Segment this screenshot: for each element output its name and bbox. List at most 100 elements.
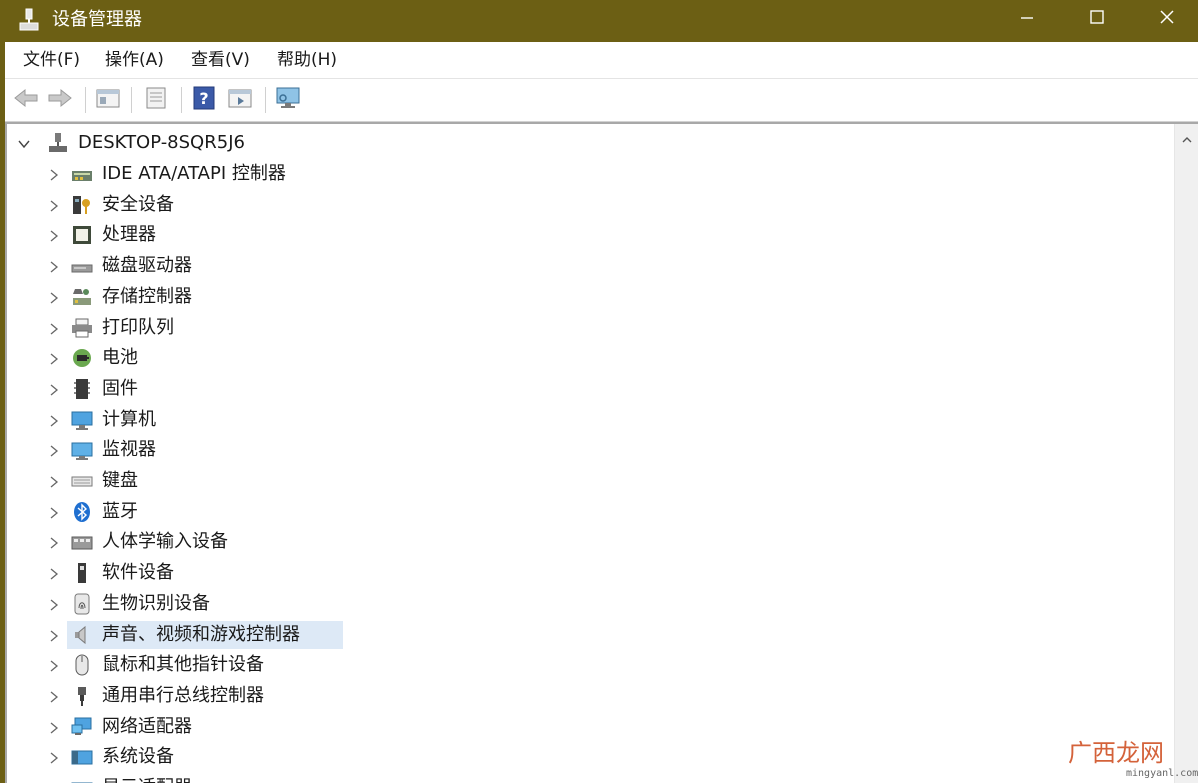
minimize-button[interactable] xyxy=(992,0,1062,38)
tree-item-label: 软件设备 xyxy=(102,562,174,584)
tree-item[interactable]: 安全设备 xyxy=(47,190,1157,220)
toolbar: ? xyxy=(5,80,1198,122)
tree-item[interactable]: 网络适配器 xyxy=(47,712,1157,742)
tree-item-label: 磁盘驱动器 xyxy=(102,255,192,277)
chevron-right-icon[interactable] xyxy=(47,228,61,242)
chevron-right-icon[interactable] xyxy=(47,750,61,764)
tree-item[interactable]: IDE ATA/ATAPI 控制器 xyxy=(47,159,1157,189)
help-icon: ? xyxy=(192,86,216,114)
run-action-icon xyxy=(228,87,252,113)
network-adapter-icon xyxy=(71,716,93,738)
svg-text:?: ? xyxy=(199,89,208,108)
computer-network-icon xyxy=(47,132,69,154)
tree-item[interactable]: 显示适配器 xyxy=(47,773,1157,783)
properties-button[interactable] xyxy=(141,85,171,115)
chevron-right-icon[interactable] xyxy=(47,382,61,396)
chevron-right-icon[interactable] xyxy=(47,689,61,703)
tree-item[interactable]: 通用串行总线控制器 xyxy=(47,681,1157,711)
tree-item-label: 安全设备 xyxy=(102,193,174,215)
scan-hardware-button[interactable] xyxy=(273,85,303,115)
tree-item[interactable]: 生物识别设备 xyxy=(47,589,1157,619)
chevron-right-icon[interactable] xyxy=(47,597,61,611)
tree-item[interactable]: 系统设备 xyxy=(47,742,1157,772)
security-device-icon xyxy=(71,194,93,216)
chevron-right-icon[interactable] xyxy=(47,535,61,549)
window-title: 设备管理器 xyxy=(52,9,142,30)
tree-item-label: 固件 xyxy=(102,377,138,399)
chevron-right-icon[interactable] xyxy=(47,443,61,457)
tree-item[interactable]: 监视器 xyxy=(47,435,1157,465)
chevron-right-icon[interactable] xyxy=(47,167,61,181)
chevron-right-icon[interactable] xyxy=(47,658,61,672)
chevron-right-icon[interactable] xyxy=(47,720,61,734)
tree-item[interactable]: 磁盘驱动器 xyxy=(47,251,1157,281)
tree-item[interactable]: 打印队列 xyxy=(47,313,1157,343)
storage-controller-icon xyxy=(71,286,93,308)
tree-item[interactable]: 固件 xyxy=(47,374,1157,404)
chevron-right-icon[interactable] xyxy=(47,474,61,488)
scroll-up-button[interactable] xyxy=(1175,128,1198,152)
processor-icon xyxy=(71,224,93,246)
tree-item-label: 系统设备 xyxy=(102,746,174,768)
tree-item-label: IDE ATA/ATAPI 控制器 xyxy=(102,163,286,184)
chevron-right-icon[interactable] xyxy=(47,505,61,519)
tree-item-label: 处理器 xyxy=(102,224,156,246)
vertical-scrollbar[interactable] xyxy=(1174,124,1198,783)
tree-item[interactable]: 鼠标和其他指针设备 xyxy=(47,650,1157,680)
close-icon xyxy=(1159,9,1175,29)
chevron-right-icon[interactable] xyxy=(47,566,61,580)
menu-action[interactable]: 操作(A) xyxy=(103,49,166,71)
menu-help[interactable]: 帮助(H) xyxy=(275,49,339,71)
device-tree: DESKTOP-8SQR5J6 IDE ATA/ATAPI 控制器 安全设备处理器… xyxy=(5,122,1198,783)
tree-item[interactable]: 处理器 xyxy=(47,220,1157,250)
maximize-button[interactable] xyxy=(1062,0,1132,38)
tree-item-label: 声音、视频和游戏控制器 xyxy=(102,623,300,645)
tree-item-label: 显示适配器 xyxy=(102,777,192,783)
tree-item[interactable]: 人体学输入设备 xyxy=(47,527,1157,557)
menu-file[interactable]: 文件(F) xyxy=(21,49,82,71)
tree-root[interactable]: DESKTOP-8SQR5J6 xyxy=(17,128,1167,158)
back-button[interactable] xyxy=(11,85,41,115)
tree-item-label: 键盘 xyxy=(102,470,138,491)
watermark-url: mingyanl.com xyxy=(1126,768,1198,779)
chevron-right-icon[interactable] xyxy=(47,413,61,427)
help-button[interactable]: ? xyxy=(189,85,219,115)
display-adapter-icon xyxy=(71,777,93,783)
close-button[interactable] xyxy=(1132,0,1198,38)
tree-item[interactable]: 声音、视频和游戏控制器 xyxy=(47,620,1157,650)
tree-item[interactable]: 存储控制器 xyxy=(47,282,1157,312)
forward-arrow-icon xyxy=(47,87,73,113)
ide-controller-icon xyxy=(71,163,93,185)
device-manager-icon xyxy=(18,8,40,32)
toolbar-separator xyxy=(265,87,266,113)
usb-icon xyxy=(71,685,93,707)
run-action-button[interactable] xyxy=(225,85,255,115)
bluetooth-icon xyxy=(71,501,93,523)
chevron-right-icon[interactable] xyxy=(47,628,61,642)
tree-item[interactable]: 电池 xyxy=(47,343,1157,373)
tree-item[interactable]: 计算机 xyxy=(47,405,1157,435)
console-tree-button[interactable] xyxy=(93,85,123,115)
toolbar-separator xyxy=(85,87,86,113)
fingerprint-icon xyxy=(71,593,93,615)
tree-item[interactable]: 蓝牙 xyxy=(47,497,1157,527)
monitor-icon xyxy=(71,439,93,461)
tree-item-label: 蓝牙 xyxy=(102,500,138,522)
chevron-right-icon[interactable] xyxy=(47,321,61,335)
tree-item-label: 网络适配器 xyxy=(102,715,192,737)
chevron-right-icon[interactable] xyxy=(47,259,61,273)
hid-icon xyxy=(71,531,93,553)
chevron-right-icon[interactable] xyxy=(47,198,61,212)
tree-item[interactable]: 软件设备 xyxy=(47,558,1157,588)
chevron-right-icon[interactable] xyxy=(47,351,61,365)
forward-button[interactable] xyxy=(45,85,75,115)
watermark: 广西龙网 mingyanl.com xyxy=(1068,738,1198,783)
tree-item-label: 存储控制器 xyxy=(102,285,192,307)
tree-item[interactable]: 键盘 xyxy=(47,466,1157,496)
chevron-up-icon xyxy=(1181,131,1193,150)
chevron-right-icon[interactable] xyxy=(47,290,61,304)
chevron-down-icon[interactable] xyxy=(17,136,31,150)
printer-icon xyxy=(71,317,93,339)
mouse-icon xyxy=(71,654,93,676)
menu-view[interactable]: 查看(V) xyxy=(189,49,252,71)
